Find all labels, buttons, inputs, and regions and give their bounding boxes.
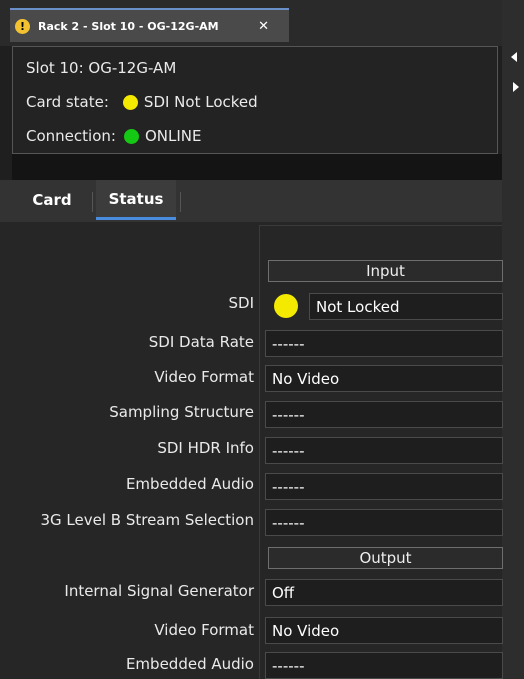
level-b-stream-value: ------	[265, 509, 503, 536]
connection-indicator-icon	[123, 128, 139, 144]
expand-right-icon[interactable]	[513, 82, 519, 92]
output-header: Output	[268, 547, 503, 569]
sdi-data-rate-label: SDI Data Rate	[148, 333, 254, 351]
panel-tabs: Card Status	[0, 180, 502, 222]
sdi-status-indicator-icon	[274, 294, 298, 318]
sdi-hdr-info-value: ------	[265, 437, 503, 464]
card-state-row: Card state: SDI Not Locked	[26, 93, 258, 111]
window-tab-label: Rack 2 - Slot 10 - OG-12G-AM	[38, 19, 219, 33]
output-embedded-audio-value: ------	[265, 652, 503, 679]
connection-row: Connection: ONLINE	[26, 127, 201, 145]
level-b-stream-label: 3G Level B Stream Selection	[40, 511, 254, 529]
connection-label: Connection:	[26, 127, 116, 145]
tab-divider	[180, 192, 181, 212]
output-video-format-value: No Video	[265, 617, 503, 644]
tab-status[interactable]: Status	[96, 180, 176, 220]
slot-title: Slot 10: OG-12G-AM	[26, 59, 177, 77]
sdi-value: Not Locked	[309, 293, 503, 320]
output-embedded-audio-label: Embedded Audio	[125, 655, 254, 673]
sampling-structure-label: Sampling Structure	[109, 403, 254, 421]
output-video-format-label: Video Format	[154, 621, 254, 639]
video-format-label: Video Format	[154, 368, 254, 386]
warning-icon: !	[15, 18, 30, 34]
video-format-value: No Video	[265, 365, 503, 392]
card-state-indicator-icon	[122, 94, 138, 110]
sampling-structure-value: ------	[265, 401, 503, 428]
tab-card[interactable]: Card	[12, 180, 92, 220]
close-icon[interactable]: ✕	[258, 19, 269, 34]
input-header: Input	[268, 260, 503, 282]
card-state-value: SDI Not Locked	[143, 93, 258, 111]
embedded-audio-value: ------	[265, 473, 503, 500]
embedded-audio-label: Embedded Audio	[125, 475, 254, 493]
sdi-hdr-info-label: SDI HDR Info	[157, 439, 254, 457]
side-panel-strip	[502, 0, 524, 679]
sdi-data-rate-value: ------	[265, 330, 503, 357]
sdi-label: SDI	[228, 294, 255, 312]
signal-generator-label: Internal Signal Generator	[64, 582, 254, 600]
title-bar: ! Rack 2 - Slot 10 - OG-12G-AM ✕	[0, 0, 510, 46]
column-divider	[259, 225, 260, 679]
spacer	[12, 154, 502, 180]
collapse-left-icon[interactable]	[511, 52, 517, 62]
window-tab[interactable]: ! Rack 2 - Slot 10 - OG-12G-AM ✕	[10, 8, 289, 42]
card-state-label: Card state:	[26, 93, 109, 111]
top-divider	[259, 225, 502, 226]
signal-generator-value[interactable]: Off	[265, 579, 503, 606]
card-info-panel: Slot 10: OG-12G-AM Card state: SDI Not L…	[12, 46, 498, 154]
connection-value: ONLINE	[144, 127, 202, 145]
tab-divider	[92, 192, 93, 212]
